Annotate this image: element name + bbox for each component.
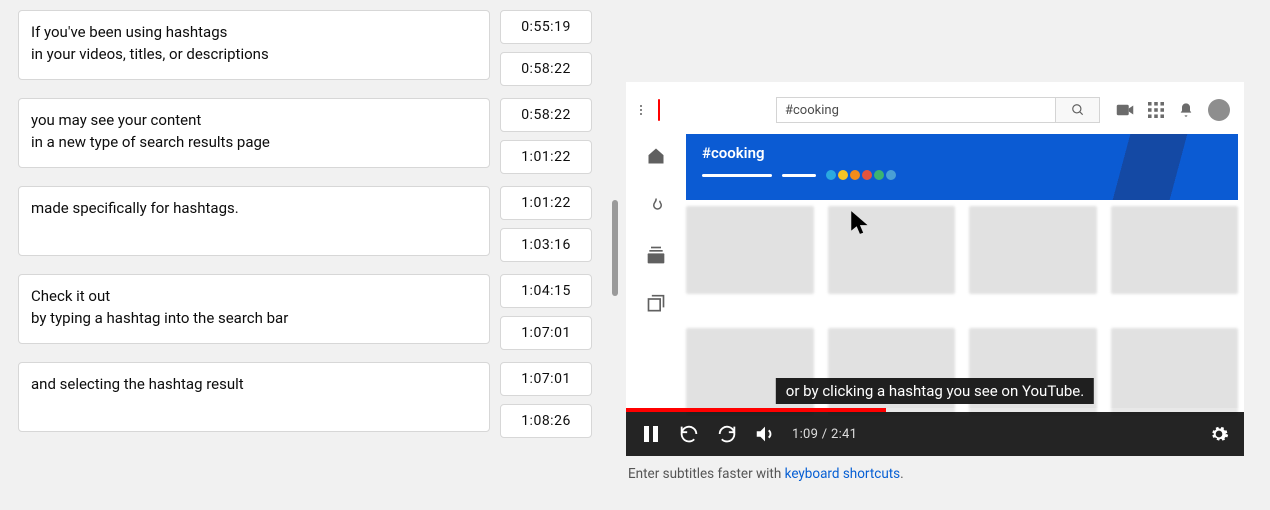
trending-icon[interactable] bbox=[647, 196, 665, 216]
pause-button[interactable] bbox=[640, 423, 662, 445]
video-player: #cooking bbox=[626, 82, 1244, 456]
yt-sidebar bbox=[628, 138, 684, 314]
caption-row: and selecting the hashtag result 1:07:01 1… bbox=[18, 362, 620, 438]
yt-search-input[interactable]: #cooking bbox=[776, 97, 1056, 123]
caption-text-input[interactable]: Check it outby typing a hashtag into the… bbox=[18, 274, 490, 344]
settings-icon[interactable] bbox=[1208, 423, 1230, 445]
hashtag-banner: #cooking bbox=[686, 134, 1238, 200]
shortcut-hint: Enter subtitles faster with keyboard sho… bbox=[626, 456, 1264, 492]
hamburger-icon[interactable] bbox=[640, 103, 642, 117]
caption-row: you may see your contentin a new type of… bbox=[18, 98, 620, 174]
home-icon[interactable] bbox=[646, 146, 666, 166]
video-thumbnail[interactable] bbox=[1111, 328, 1239, 416]
caption-end-time[interactable]: 1:01:22 bbox=[500, 140, 592, 174]
create-icon[interactable] bbox=[1116, 103, 1134, 117]
caption-end-time[interactable]: 1:07:01 bbox=[500, 316, 592, 350]
yt-header: #cooking bbox=[626, 86, 1244, 134]
video-thumbnail[interactable] bbox=[1111, 206, 1239, 294]
caption-end-time[interactable]: 0:58:22 bbox=[500, 52, 592, 86]
caption-start-time[interactable]: 1:01:22 bbox=[500, 186, 592, 220]
video-caption-overlay: or by clicking a hashtag you see on YouT… bbox=[776, 378, 1094, 404]
video-thumbnail[interactable] bbox=[969, 206, 1097, 294]
video-thumbnail[interactable] bbox=[686, 206, 814, 294]
caption-row: Check it outby typing a hashtag into the… bbox=[18, 274, 620, 350]
forward-10-icon[interactable] bbox=[716, 423, 738, 445]
player-controls: 1:09 / 2:41 bbox=[626, 412, 1244, 456]
replay-10-icon[interactable] bbox=[678, 423, 700, 445]
caption-text-input[interactable]: made specifically for hashtags. bbox=[18, 186, 490, 256]
keyboard-shortcuts-link[interactable]: keyboard shortcuts bbox=[785, 466, 901, 482]
caption-text-input[interactable]: you may see your contentin a new type of… bbox=[18, 98, 490, 168]
caption-text-input[interactable]: and selecting the hashtag result bbox=[18, 362, 490, 432]
notifications-icon[interactable] bbox=[1178, 101, 1194, 119]
cursor-icon bbox=[850, 210, 872, 236]
library-icon[interactable] bbox=[646, 294, 666, 314]
apps-icon[interactable] bbox=[1148, 102, 1164, 118]
yt-search-button[interactable] bbox=[1056, 97, 1100, 123]
avatar[interactable] bbox=[1208, 99, 1230, 121]
caption-start-time[interactable]: 1:04:15 bbox=[500, 274, 592, 308]
caption-text-input[interactable]: If you've been using hashtagsin your vid… bbox=[18, 10, 490, 80]
caption-start-time[interactable]: 0:58:22 bbox=[500, 98, 592, 132]
caption-end-time[interactable]: 1:08:26 bbox=[500, 404, 592, 438]
preview-pane: #cooking bbox=[620, 0, 1270, 510]
caption-row: If you've been using hashtagsin your vid… bbox=[18, 10, 620, 86]
volume-icon[interactable] bbox=[754, 423, 776, 445]
caption-start-time[interactable]: 1:07:01 bbox=[500, 362, 592, 396]
subscriptions-icon[interactable] bbox=[646, 246, 666, 264]
video-thumbnail[interactable] bbox=[828, 206, 956, 294]
scrollbar-thumb[interactable] bbox=[612, 200, 618, 296]
caption-end-time[interactable]: 1:03:16 bbox=[500, 228, 592, 262]
caption-row: made specifically for hashtags. 1:01:22 1:… bbox=[18, 186, 620, 262]
hashtag-title: #cooking bbox=[702, 144, 1222, 162]
caption-start-time[interactable]: 0:55:19 bbox=[500, 10, 592, 44]
player-timecode: 1:09 / 2:41 bbox=[792, 427, 857, 442]
youtube-logo-icon[interactable] bbox=[658, 99, 660, 121]
caption-editor: If you've been using hashtagsin your vid… bbox=[0, 0, 620, 510]
